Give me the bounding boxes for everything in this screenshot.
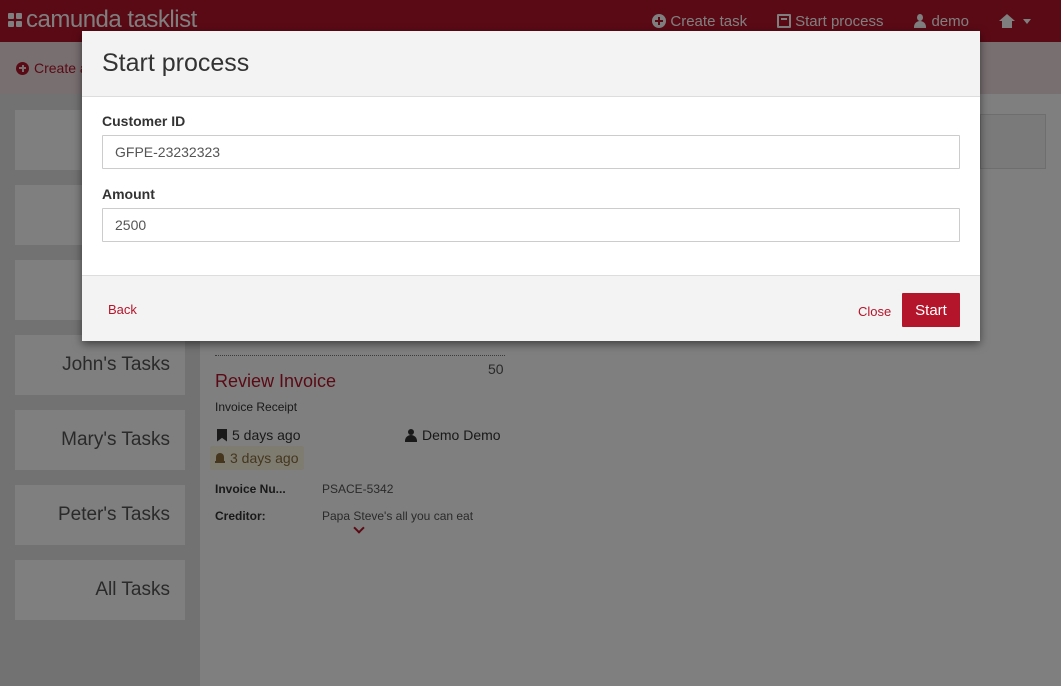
modal-body: Customer ID Amount (82, 97, 980, 275)
customer-id-label: Customer ID (102, 113, 186, 129)
start-button[interactable]: Start (902, 293, 960, 327)
back-button[interactable]: Back (108, 302, 137, 317)
modal-title: Start process (102, 49, 250, 77)
close-button[interactable]: Close (858, 304, 891, 319)
customer-id-input[interactable] (102, 135, 960, 169)
amount-input[interactable] (102, 208, 960, 242)
modal-header: Start process (82, 31, 980, 97)
start-process-dialog: Start process Customer ID Amount Back Cl… (82, 31, 980, 341)
amount-label: Amount (102, 186, 155, 202)
modal-footer: Back Close Start (82, 275, 980, 341)
